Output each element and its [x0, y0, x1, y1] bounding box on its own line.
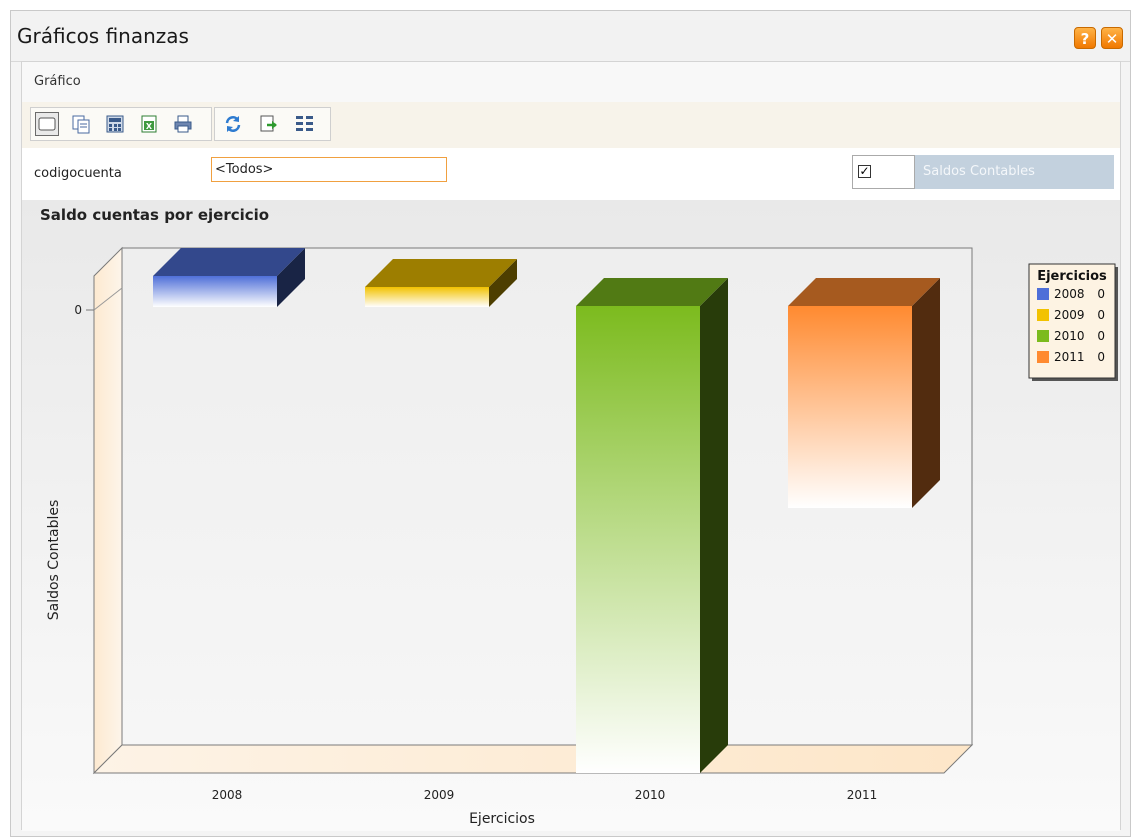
x-tick-label: 2009: [424, 788, 455, 802]
codigocuenta-input[interactable]: <Todos>: [211, 157, 447, 182]
title-bar: Gráficos finanzas ? ✕: [11, 11, 1130, 62]
codigocuenta-label: codigocuenta: [34, 166, 122, 181]
saldos-contables-toggle[interactable]: Saldos Contables: [915, 155, 1114, 189]
close-button[interactable]: ✕: [1101, 27, 1123, 49]
print-icon[interactable]: [171, 112, 195, 136]
x-tick-label: 2010: [635, 788, 666, 802]
bar-2009: [365, 287, 489, 307]
legend-swatch: [1037, 330, 1049, 342]
menu-bar: Gráfico: [22, 62, 1120, 103]
legend-title: Ejercicios: [1037, 269, 1107, 284]
bar-2008: [153, 276, 277, 307]
legend-swatch: [1037, 288, 1049, 300]
window-title: Gráficos finanzas: [17, 24, 189, 48]
chart-area: Saldo cuentas por ejercicio 0 Saldos Cont…: [22, 200, 1120, 831]
chart-left-wall: [93, 246, 123, 775]
copy-icon[interactable]: [69, 112, 93, 136]
saldos-checkbox-container: ✓: [852, 155, 915, 189]
filter-bar: codigocuenta <Todos> ✓ Saldos Contables: [22, 148, 1120, 200]
toolbar: X: [22, 102, 1120, 149]
export-icon[interactable]: [257, 112, 281, 136]
settings-icon[interactable]: [293, 112, 317, 136]
legend-entry-label: 2009: [1054, 308, 1085, 322]
legend-entry-value: 0: [1097, 329, 1105, 343]
chart-window: Gráficos finanzas ? ✕ Gráfico X codigocu…: [10, 10, 1131, 837]
svg-text:X: X: [146, 122, 153, 131]
bar-2010-side: [700, 278, 728, 773]
x-axis-label: Ejercicios: [469, 811, 535, 827]
content-panel: Gráfico X codigocuenta <Todos> ✓ Saldos …: [21, 61, 1121, 831]
chart-view-icon[interactable]: [35, 112, 59, 136]
bar-chart: 0 Saldos Contables Ejercicios 2008 2009 2010 2…: [46, 246, 1118, 827]
legend-entry-value: 0: [1097, 350, 1105, 364]
legend-swatch: [1037, 351, 1049, 363]
legend-entry-label: 2010: [1054, 329, 1085, 343]
help-button[interactable]: ?: [1074, 27, 1096, 49]
menu-grafico[interactable]: Gráfico: [34, 74, 81, 89]
bar-2011-side: [912, 278, 940, 508]
bar-2011: [788, 306, 912, 508]
excel-export-icon[interactable]: X: [137, 112, 161, 136]
legend-entry-value: 0: [1097, 308, 1105, 322]
x-tick-label: 2008: [212, 788, 243, 802]
legend-entry-value: 0: [1097, 287, 1105, 301]
legend-swatch: [1037, 309, 1049, 321]
y-tick-label: 0: [74, 303, 82, 317]
toolbar-group-data: [214, 107, 331, 141]
x-tick-label: 2011: [847, 788, 878, 802]
legend-entry-label: 2008: [1054, 287, 1085, 301]
saldos-checkbox[interactable]: ✓: [858, 165, 871, 178]
legend-entry-label: 2011: [1054, 350, 1085, 364]
bar-2010: [576, 306, 700, 773]
calculator-icon[interactable]: [103, 112, 127, 136]
y-axis-label: Saldos Contables: [46, 500, 62, 621]
toolbar-group-output: X: [30, 107, 212, 141]
refresh-icon[interactable]: [221, 112, 245, 136]
chart-floor: [92, 744, 974, 774]
